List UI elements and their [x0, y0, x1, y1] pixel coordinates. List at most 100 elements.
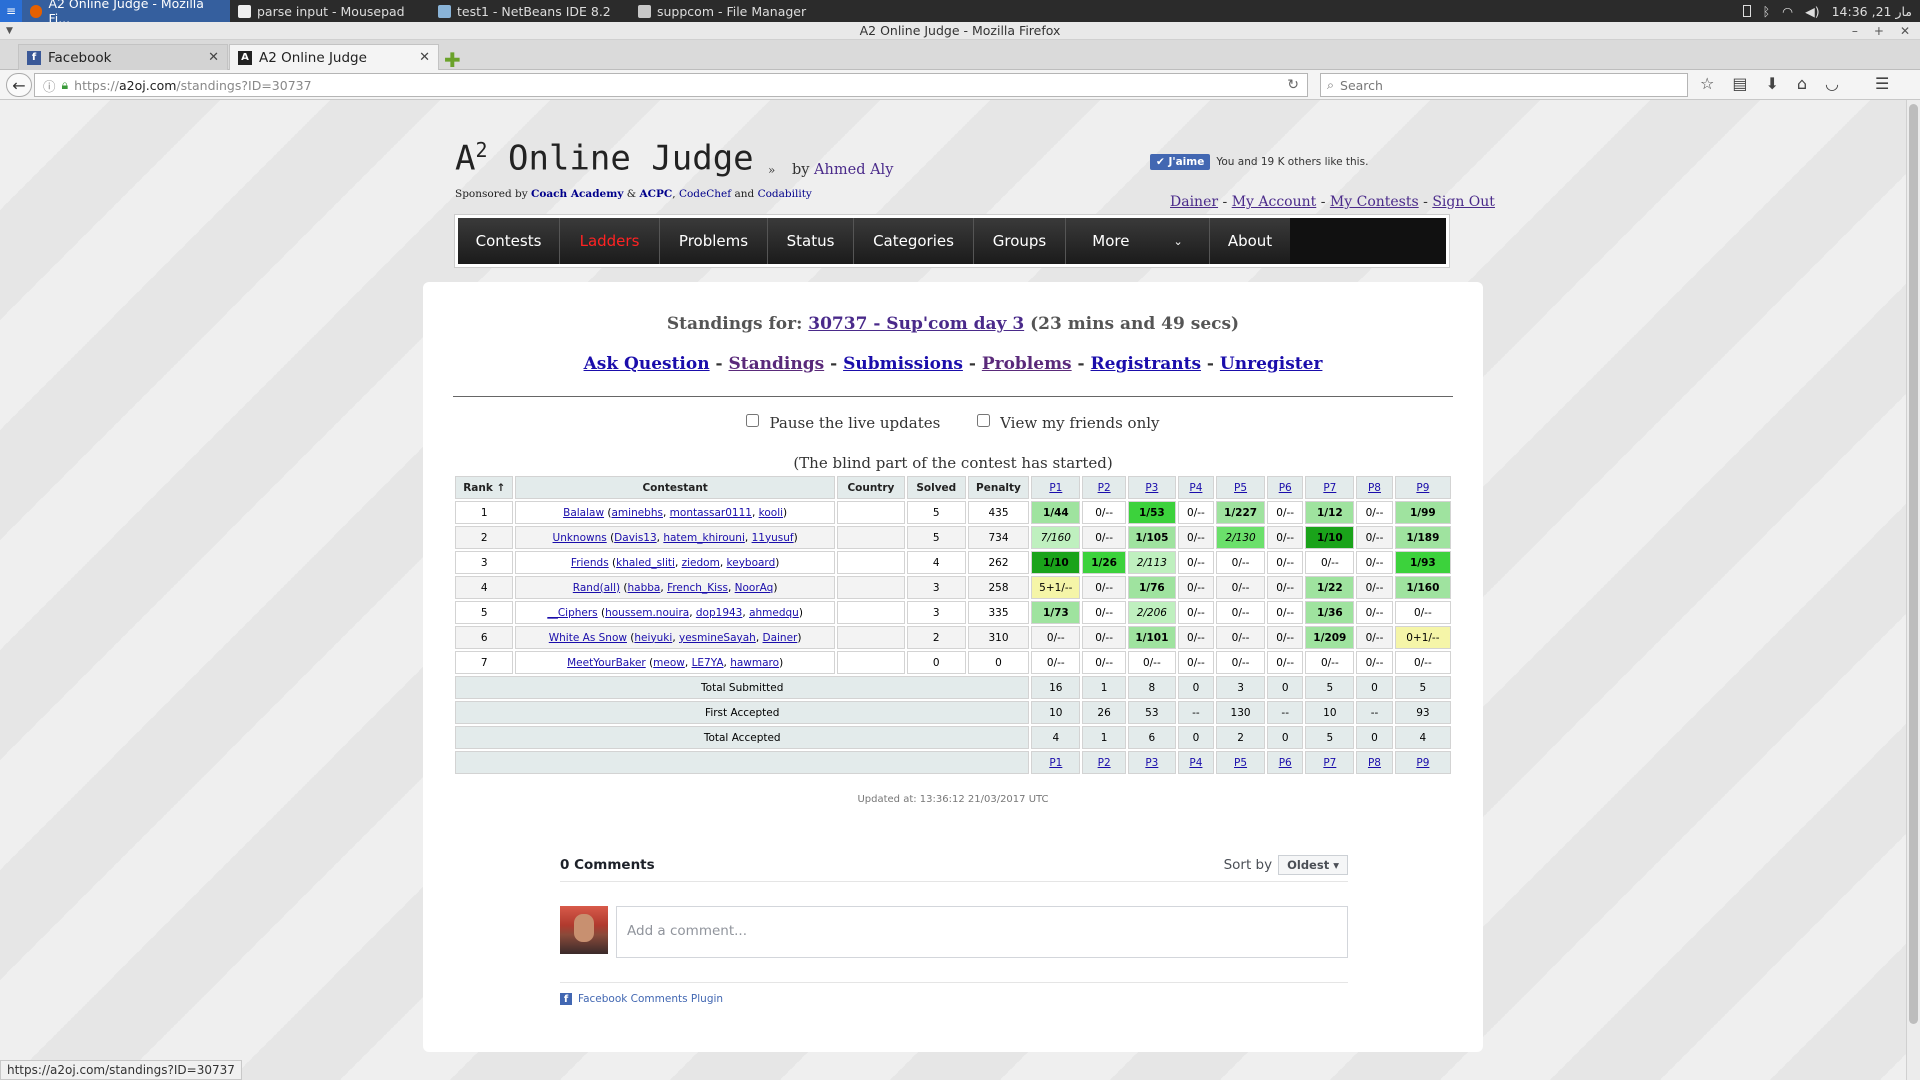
member-link[interactable]: houssem.nouira — [605, 607, 689, 619]
contest-link[interactable]: 30737 - Sup'com day 3 — [808, 314, 1024, 334]
reload-icon[interactable]: ↻ — [1287, 77, 1299, 93]
problem-cell[interactable]: 0/-- — [1177, 626, 1215, 649]
site-logo[interactable]: A2 Online Judge — [455, 138, 754, 178]
hamburger-menu-icon[interactable]: ☰ — [1875, 74, 1889, 93]
problem-cell[interactable]: 0/-- — [1266, 501, 1304, 524]
problem-link[interactable]: P4 — [1189, 482, 1202, 494]
problem-link[interactable]: P1 — [1049, 757, 1062, 769]
problem-cell[interactable]: 1/44 — [1031, 501, 1081, 524]
problem-cell[interactable]: 2/113 — [1128, 551, 1176, 574]
sponsor-acpc[interactable]: ACPC — [639, 188, 672, 200]
bookmark-star-icon[interactable]: ☆ — [1700, 74, 1714, 93]
problem-cell[interactable]: 2/206 — [1128, 601, 1176, 624]
volume-icon[interactable]: ◀) — [1805, 4, 1820, 19]
member-link[interactable]: montassar0111 — [670, 507, 752, 519]
problem-cell[interactable]: 0+1/-- — [1394, 626, 1451, 649]
sponsor-codability[interactable]: Codability — [758, 188, 812, 200]
problem-cell[interactable]: 1/36 — [1305, 601, 1355, 624]
standings-link[interactable]: Standings — [729, 354, 825, 374]
member-link[interactable]: hatem_khirouni — [663, 532, 745, 544]
registrants-link[interactable]: Registrants — [1091, 354, 1201, 374]
member-link[interactable]: hawmaro — [730, 657, 779, 669]
problem-link[interactable]: P9 — [1416, 482, 1429, 494]
problem-cell[interactable]: 0/-- — [1082, 501, 1127, 524]
battery-icon[interactable] — [1742, 5, 1751, 17]
task-firefox[interactable]: A2 Online Judge - Mozilla Fi... — [22, 0, 230, 26]
friends-only-option[interactable]: View my friends only — [977, 414, 1160, 432]
team-link[interactable]: Rand(all) — [573, 582, 620, 594]
pause-updates-option[interactable]: Pause the live updates — [746, 414, 940, 432]
problem-cell[interactable]: 0/-- — [1177, 551, 1215, 574]
task-mousepad[interactable]: parse input - Mousepad — [230, 0, 430, 22]
close-window-icon[interactable]: ✕ — [1900, 22, 1910, 40]
problem-cell[interactable]: 0/-- — [1082, 626, 1127, 649]
problem-link[interactable]: P8 — [1368, 482, 1381, 494]
menu-categories[interactable]: Categories — [854, 218, 974, 264]
member-link[interactable]: NoorAq — [735, 582, 774, 594]
member-link[interactable]: kooli — [759, 507, 783, 519]
menu-contests[interactable]: Contests — [458, 218, 560, 264]
search-bar[interactable]: ⌕ Search — [1320, 73, 1688, 97]
problem-cell[interactable]: 1/101 — [1128, 626, 1176, 649]
task-file-manager[interactable]: suppcom - File Manager — [630, 0, 830, 22]
problem-link[interactable]: P2 — [1098, 482, 1111, 494]
close-tab-icon[interactable]: ✕ — [208, 50, 219, 65]
problem-cell[interactable]: 0/-- — [1082, 526, 1127, 549]
tab-facebook[interactable]: f Facebook ✕ — [18, 44, 228, 70]
problem-cell[interactable]: 7/160 — [1031, 526, 1081, 549]
rank-header[interactable]: Rank ↑ — [455, 476, 514, 499]
menu-status[interactable]: Status — [768, 218, 854, 264]
menu-problems[interactable]: Problems — [660, 218, 768, 264]
problem-cell[interactable]: 1/105 — [1128, 526, 1176, 549]
member-link[interactable]: heiyuki — [634, 632, 672, 644]
problem-cell[interactable]: 0/-- — [1031, 651, 1081, 674]
reading-list-icon[interactable]: ▤ — [1732, 74, 1747, 93]
problem-cell[interactable]: 1/227 — [1216, 501, 1265, 524]
menu-more[interactable]: More ⌄ — [1066, 218, 1210, 264]
member-link[interactable]: French_Kiss — [667, 582, 728, 594]
team-link[interactable]: MeetYourBaker — [567, 657, 646, 669]
problem-cell[interactable]: 1/209 — [1305, 626, 1355, 649]
problem-link[interactable]: P4 — [1189, 757, 1202, 769]
problem-cell[interactable]: 0/-- — [1394, 651, 1451, 674]
bluetooth-icon[interactable]: ᛒ — [1763, 4, 1771, 19]
problem-cell[interactable]: 1/53 — [1128, 501, 1176, 524]
member-link[interactable]: LE7YA — [692, 657, 724, 669]
problem-cell[interactable]: 0/-- — [1356, 651, 1393, 674]
problem-link[interactable]: P2 — [1098, 757, 1111, 769]
my-contests-link[interactable]: My Contests — [1330, 194, 1419, 210]
menu-ladders[interactable]: Ladders — [560, 218, 660, 264]
problem-cell[interactable]: 0/-- — [1266, 651, 1304, 674]
friends-only-checkbox[interactable] — [977, 414, 991, 427]
pause-updates-checkbox[interactable] — [746, 414, 760, 427]
sign-out-link[interactable]: Sign Out — [1432, 194, 1495, 210]
problem-cell[interactable]: 0/-- — [1216, 651, 1265, 674]
problem-cell[interactable]: 0/-- — [1305, 551, 1355, 574]
sort-select[interactable]: Oldest ▾ — [1278, 854, 1348, 875]
problem-cell[interactable]: 1/76 — [1128, 576, 1176, 599]
problem-link[interactable]: P9 — [1416, 757, 1429, 769]
problem-cell[interactable]: 0/-- — [1305, 651, 1355, 674]
submissions-link[interactable]: Submissions — [843, 354, 963, 374]
problem-cell[interactable]: 0/-- — [1177, 601, 1215, 624]
menu-about[interactable]: About — [1210, 218, 1290, 264]
problem-cell[interactable]: 0/-- — [1177, 651, 1215, 674]
member-link[interactable]: aminebhs — [611, 507, 663, 519]
problem-link[interactable]: P7 — [1323, 482, 1336, 494]
info-icon[interactable]: ⓘ — [43, 76, 56, 95]
unregister-link[interactable]: Unregister — [1220, 354, 1323, 374]
problem-cell[interactable]: 0/-- — [1356, 501, 1393, 524]
problem-cell[interactable]: 0/-- — [1266, 576, 1304, 599]
problem-cell[interactable]: 1/99 — [1394, 501, 1451, 524]
menu-groups[interactable]: Groups — [974, 218, 1066, 264]
problem-cell[interactable]: 0/-- — [1082, 651, 1127, 674]
member-link[interactable]: yesmineSayah — [679, 632, 756, 644]
author-link[interactable]: Ahmed Aly — [814, 162, 893, 178]
comments-plugin-link[interactable]: Facebook Comments Plugin — [578, 993, 723, 1005]
team-link[interactable]: White As Snow — [549, 632, 627, 644]
back-button[interactable]: ← — [6, 73, 32, 97]
new-tab-icon[interactable]: ✚ — [444, 50, 461, 70]
problem-link[interactable]: P6 — [1279, 757, 1292, 769]
problems-link[interactable]: Problems — [982, 354, 1072, 374]
problem-cell[interactable]: 0/-- — [1082, 576, 1127, 599]
